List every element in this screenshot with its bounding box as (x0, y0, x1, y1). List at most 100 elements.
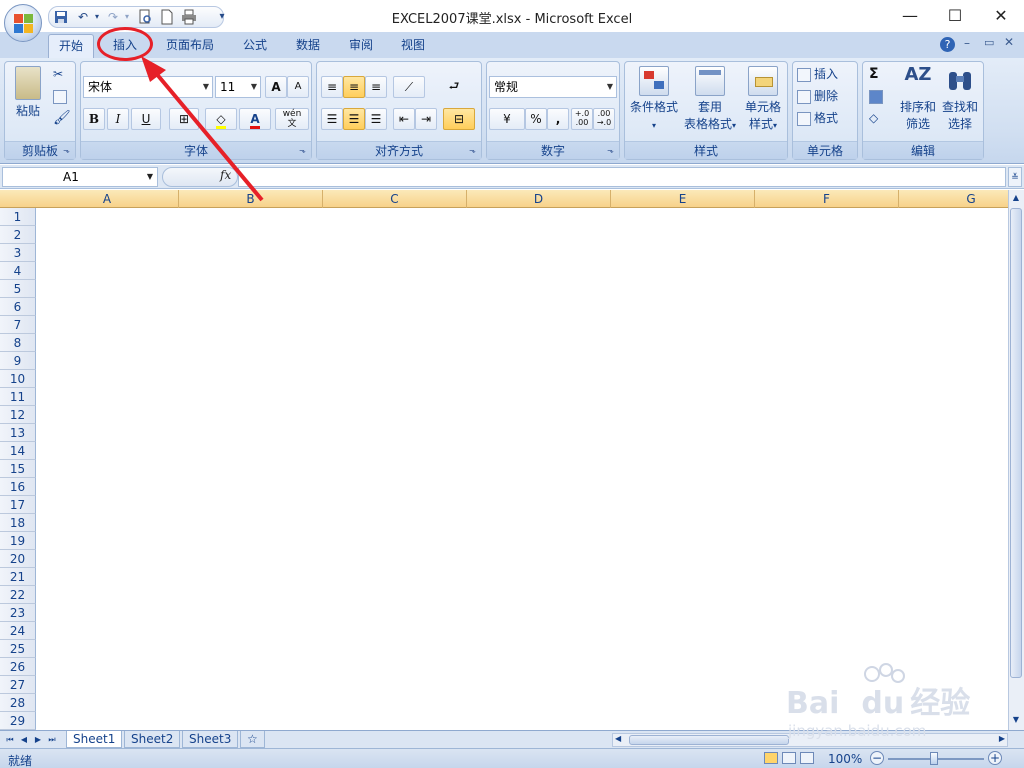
maximize-icon[interactable]: ☐ (935, 4, 975, 28)
vertical-scroll-thumb[interactable] (1010, 208, 1022, 678)
font-launcher-icon[interactable]: ⬎ (297, 145, 308, 156)
column-header-e[interactable]: E (611, 190, 755, 208)
tab-view[interactable]: 视图 (390, 34, 436, 58)
column-header-a[interactable]: A (36, 190, 179, 208)
fill-color-icon[interactable]: ◇ (205, 108, 237, 130)
row-header[interactable]: 9 (0, 352, 36, 370)
row-header[interactable]: 18 (0, 514, 36, 532)
sheet-tab-3[interactable]: Sheet3 (182, 731, 239, 748)
tab-review[interactable]: 审阅 (338, 34, 384, 58)
copy-icon[interactable] (53, 86, 70, 106)
font-size-combo[interactable]: 11 ▼ (215, 76, 261, 98)
office-button[interactable] (4, 4, 42, 42)
last-sheet-icon[interactable]: ⏭ (46, 733, 58, 747)
zoom-out-icon[interactable]: − (870, 751, 884, 765)
page-break-view-icon[interactable] (799, 752, 814, 764)
row-header[interactable]: 8 (0, 334, 36, 352)
print-preview-icon[interactable] (137, 9, 153, 25)
row-header[interactable]: 5 (0, 280, 36, 298)
orientation-icon[interactable]: ⟋ (393, 76, 425, 98)
format-painter-icon[interactable]: 🖌 (53, 108, 71, 128)
save-icon[interactable] (53, 9, 69, 25)
fill-icon[interactable] (869, 86, 886, 106)
ribbon-restore-icon[interactable]: ▭ (984, 36, 994, 49)
underline-button[interactable]: U (131, 108, 161, 130)
decrease-indent-icon[interactable]: ⇤ (393, 108, 415, 130)
row-header[interactable]: 19 (0, 532, 36, 550)
row-header[interactable]: 7 (0, 316, 36, 334)
row-header[interactable]: 29 (0, 712, 36, 730)
number-launcher-icon[interactable]: ⬎ (605, 145, 616, 156)
expand-formula-bar-icon[interactable]: ≚ (1008, 167, 1022, 187)
format-cells-button[interactable]: 格式 (797, 108, 838, 128)
autosum-button[interactable]: Σ (869, 64, 879, 84)
number-format-combo[interactable]: 常规 ▼ (489, 76, 617, 98)
insert-cells-button[interactable]: 插入 (797, 64, 838, 84)
sheet-tab-2[interactable]: Sheet2 (124, 731, 181, 748)
row-header[interactable]: 20 (0, 550, 36, 568)
normal-view-icon[interactable] (764, 752, 778, 764)
cut-icon[interactable]: ✂ (53, 64, 63, 84)
row-header[interactable]: 14 (0, 442, 36, 460)
align-left-icon[interactable]: ☰ (321, 108, 343, 130)
merge-center-icon[interactable]: ⊟ (443, 108, 475, 130)
grow-font-button[interactable]: A (265, 76, 287, 98)
align-middle-icon[interactable]: ≡ (343, 76, 365, 98)
row-header[interactable]: 16 (0, 478, 36, 496)
align-center-icon[interactable]: ☰ (343, 108, 365, 130)
row-header[interactable]: 15 (0, 460, 36, 478)
undo-dropdown-icon[interactable]: ▾ (89, 9, 105, 25)
worksheet-grid[interactable] (36, 208, 1008, 730)
quick-print-icon[interactable] (181, 9, 197, 25)
name-box[interactable]: A1 ▼ (2, 167, 158, 187)
scroll-left-icon[interactable]: ◀ (615, 734, 621, 743)
find-select-button[interactable]: 查找和 选择 (939, 66, 981, 133)
scroll-up-icon[interactable]: ▲ (1010, 192, 1022, 204)
row-header[interactable]: 11 (0, 388, 36, 406)
column-header-f[interactable]: F (755, 190, 899, 208)
column-header-c[interactable]: C (323, 190, 467, 208)
insert-function-icon[interactable]: fx (220, 168, 231, 182)
wrap-text-icon[interactable]: ⮐ (443, 76, 465, 98)
row-header[interactable]: 13 (0, 424, 36, 442)
vertical-scrollbar[interactable]: ▲ ▼ (1008, 190, 1024, 730)
delete-cells-button[interactable]: 删除 (797, 86, 838, 106)
currency-icon[interactable]: ¥ (489, 108, 525, 130)
borders-icon[interactable]: ⊞ (169, 108, 199, 130)
font-name-combo[interactable]: 宋体 ▼ (83, 76, 213, 98)
next-sheet-icon[interactable]: ▶ (32, 733, 44, 747)
close-icon[interactable]: ✕ (981, 4, 1021, 28)
conditional-formatting-button[interactable]: 条件格式 ▾ (627, 66, 681, 134)
page-layout-view-icon[interactable] (781, 752, 796, 764)
horizontal-scroll-thumb[interactable] (629, 735, 789, 745)
formula-input[interactable] (238, 167, 1006, 187)
format-as-table-button[interactable]: 套用 表格格式▾ (681, 66, 739, 134)
clear-icon[interactable]: ◇ (869, 108, 878, 128)
ribbon-minimize-icon[interactable]: – (964, 36, 970, 50)
increase-decimal-button[interactable]: +.0.00 (571, 108, 593, 130)
qat-customize-icon[interactable]: ▾ (214, 9, 230, 25)
tab-home[interactable]: 开始 (48, 34, 94, 58)
clipboard-launcher-icon[interactable]: ⬎ (61, 145, 72, 156)
shrink-font-button[interactable]: A (287, 76, 309, 98)
italic-button[interactable]: I (107, 108, 129, 130)
row-header[interactable]: 4 (0, 262, 36, 280)
ribbon-close-icon[interactable]: ✕ (1004, 35, 1014, 49)
align-bottom-icon[interactable]: ≡ (365, 76, 387, 98)
tab-data[interactable]: 数据 (285, 34, 331, 58)
row-header[interactable]: 27 (0, 676, 36, 694)
help-icon[interactable]: ? (940, 37, 955, 52)
prev-sheet-icon[interactable]: ◀ (18, 733, 30, 747)
row-header[interactable]: 24 (0, 622, 36, 640)
new-icon[interactable] (159, 9, 175, 25)
zoom-in-icon[interactable]: + (988, 751, 1002, 765)
row-header[interactable]: 22 (0, 586, 36, 604)
decrease-decimal-button[interactable]: .00 →.0 (593, 108, 615, 130)
alignment-launcher-icon[interactable]: ⬎ (467, 145, 478, 156)
align-top-icon[interactable]: ≡ (321, 76, 343, 98)
row-header[interactable]: 2 (0, 226, 36, 244)
increase-indent-icon[interactable]: ⇥ (415, 108, 437, 130)
column-header-b[interactable]: B (179, 190, 323, 208)
first-sheet-icon[interactable]: ⏮ (4, 733, 16, 747)
cell-styles-button[interactable]: 单元格 样式▾ (739, 66, 787, 134)
